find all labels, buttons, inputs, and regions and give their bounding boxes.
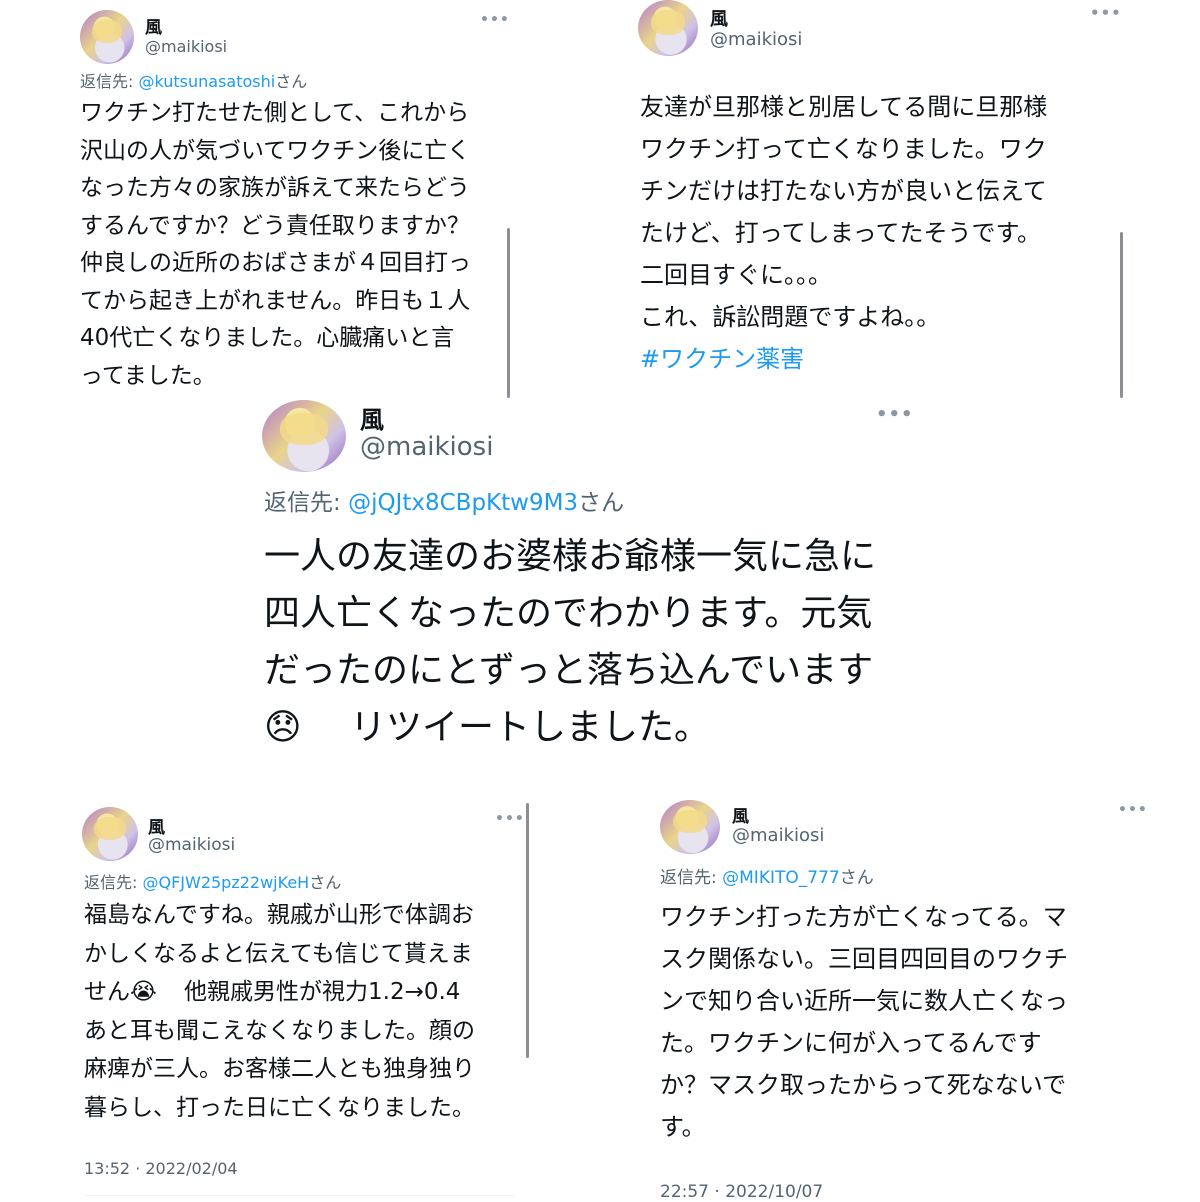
tweet-1: 風 @maikiosi ••• 返信先: @kutsunasatoshiさん ワ… [0,0,520,400]
disappointed-face-emoji: 😞 [264,707,302,748]
tweet-5: 風 @maikiosi ••• 返信先: @MIKITO_777さん ワクチン打… [600,790,1160,1202]
tweet-text-line: 沢山の人が気づいてワクチン後に亡く [80,137,471,164]
tweet-text-line: 暮らし、打った日に亡くなりました。 [84,1094,475,1121]
tweet-text-segment: リツイートしました。 [350,707,711,748]
reply-to: 返信先: @QFJW25pz22wjKeHさん [84,869,341,893]
avatar[interactable] [80,10,134,64]
username[interactable]: @maikiosi [732,825,824,846]
tweet-text-line: す。 [660,1113,706,1141]
reply-suffix: さん [839,868,874,888]
reply-to: 返信先: @kutsunasatoshiさん [80,68,307,92]
reply-prefix: 返信先: [660,868,723,888]
avatar[interactable] [262,400,346,472]
tweet-3: 風 @maikiosi ••• 返信先: @jQJtx8CBpKtw9M3さん … [0,398,1200,760]
reply-mention-link[interactable]: @jQJtx8CBpKtw9M3 [348,490,578,516]
tweet-text-line: か？マスク取ったからって死なないで [660,1071,1067,1099]
reply-prefix: 返信先: [264,490,349,516]
tweet-text-line: チンだけは打たない方が良いと伝えて [640,177,1047,205]
tweet-text-line: た。ワクチンに何が入ってるんです [660,1029,1042,1057]
scrollbar[interactable] [526,803,529,1058]
tweet-text-line: 友達が旦那様と別居してる間に旦那様 [640,93,1048,121]
display-name[interactable]: 風 [360,400,384,435]
timestamp[interactable]: 13:52 · 2022/02/04 [84,1159,238,1178]
display-name[interactable]: 風 [710,5,728,31]
tweet-text-line: 麻痺が三人。お客様二人とも独身独り [84,1056,475,1082]
display-name[interactable]: 風 [145,13,162,38]
tweet-text-line: ワクチン打たせた側として、これから [80,100,470,126]
hashtag-link[interactable]: #ワクチン薬害 [640,338,1047,380]
tweet-text-line: 福島なんですね。親戚が山形で体調お [84,902,474,928]
reply-mention-link[interactable]: @MIKITO_777 [722,868,840,888]
tweet-text-line: 一人の友達のお婆様お爺様一気に急に [264,536,877,577]
tweet-text-line: ってました。 [80,362,216,389]
tweet-4: 風 @maikiosi ••• 返信先: @QFJW25pz22wjKeHさん … [0,795,540,1200]
crying-face-emoji: 😭 [130,979,157,1005]
tweet-text-line: かしくなるよと伝えても信じて貰えま [84,940,473,967]
tweet-text: 友達が旦那様と別居してる間に旦那様 ワクチン打って亡くなりました。ワク チンだけ… [640,86,1047,380]
tweet-text-line: 四人亡くなったのでわかります。元気 [264,593,873,634]
reply-to: 返信先: @jQJtx8CBpKtw9M3さん [264,483,624,517]
tweet-text-line: たけど、打ってしまってたそうです。 [640,219,1042,247]
reply-prefix: 返信先: [84,873,143,892]
tweet-text-line: ワクチン打った方が亡くなってる。マ [660,903,1067,931]
tweet-text-line: せん😭 他親戚男性が視力1.2→0.4 [84,973,475,1012]
reply-to: 返信先: @MIKITO_777さん [660,863,874,888]
reply-suffix: さん [578,490,625,516]
reply-suffix: さん [275,72,308,91]
avatar[interactable] [638,0,698,56]
tweet-text: ワクチン打った方が亡くなってる。マ スク関係ない。三回目四回目のワクチ ンで知り… [660,896,1068,1148]
tweet-text-line: あと耳も聞こえなくなりました。顔の [84,1017,475,1044]
more-dots-icon[interactable]: ••• [876,404,914,425]
reply-prefix: 返信先: [80,72,139,91]
tweet-text: 福島なんですね。親戚が山形で体調お かしくなるよと伝えても信じて貰えま せん😭 他… [84,896,475,1127]
scrollbar[interactable] [1120,232,1123,398]
username[interactable]: @maikiosi [710,29,802,50]
reply-suffix: さん [309,873,342,892]
divider [84,1195,514,1196]
tweet-text-line: ンで知り合い近所一気に数人亡くなっ [660,987,1068,1015]
reply-mention-link[interactable]: @QFJW25pz22wjKeH [142,873,309,892]
tweet-text-line: なった方々の家族が訴えて来たらどう [80,175,470,201]
tweet-text-line: ワクチン打って亡くなりました。ワク [640,135,1047,163]
tweet-text-segment: 他親戚男性が視力1.2→0.4 [184,979,461,1005]
tweet-text: ワクチン打たせた側として、これから 沢山の人が気づいてワクチン後に亡く なった方… [80,95,471,395]
tweet-text: 一人の友達のお婆様お爺様一気に急に 四人亡くなったのでわかります。元気 だったの… [264,528,876,756]
tweet-text-line: 40代亡くなりました。心臓痛いと言 [80,325,455,351]
tweet-text-line: てから起き上がれません。昨日も１人 [80,287,471,314]
username[interactable]: @maikiosi [148,835,235,855]
tweet-text-line: 二回目すぐに。。。 [640,261,832,289]
avatar[interactable] [82,807,138,861]
more-dots-icon[interactable]: ••• [495,811,525,827]
timestamp[interactable]: 22:57 · 2022/10/07 [660,1182,823,1202]
tweet-text-segment: せん [84,979,130,1005]
more-dots-icon[interactable]: ••• [480,12,510,28]
username[interactable]: @maikiosi [360,432,493,462]
scrollbar[interactable] [507,228,510,398]
tweet-text-line: これ、訴訟問題ですよね。。 [640,303,941,331]
tweet-text-line: だったのにとずっと落ち込んでいます [264,650,874,691]
reply-mention-link[interactable]: @kutsunasatoshi [138,72,275,91]
username[interactable]: @maikiosi [145,37,227,56]
display-name[interactable]: 風 [732,802,749,827]
tweet-2: 風 @maikiosi ••• 友達が旦那様と別居してる間に旦那様 ワクチン打っ… [600,0,1160,400]
tweet-text-line: 仲良しの近所のおばさまが４回目打っ [80,250,471,276]
tweet-text-line: 😞 リツイートしました。 [264,699,876,756]
more-dots-icon[interactable]: ••• [1090,4,1122,22]
avatar[interactable] [660,800,720,854]
tweet-text-line: するんですか？どう責任取りますか？ [80,212,470,239]
more-dots-icon[interactable]: ••• [1118,802,1148,818]
tweet-text-line: スク関係ない。三回目四回目のワクチ [660,945,1068,973]
